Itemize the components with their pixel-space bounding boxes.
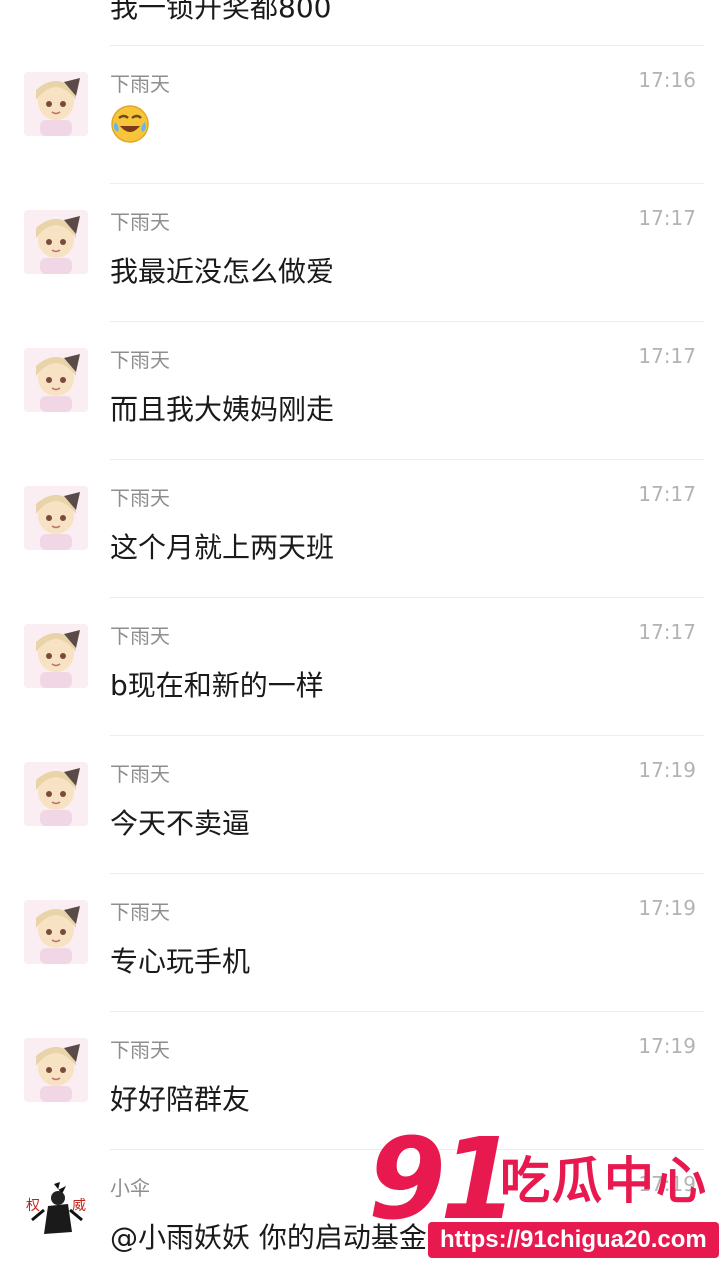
watermark-url: https://91chigua20.com: [428, 1222, 719, 1258]
sender-name: 下雨天: [110, 210, 170, 234]
chat-message[interactable]: 下雨天 17:17 b现在和新的一样: [0, 598, 720, 736]
ink-character-avatar[interactable]: 权 威: [24, 1176, 88, 1240]
sender-name: 下雨天: [110, 900, 170, 924]
message-time: 17:17: [638, 482, 696, 506]
message-time: 17:19: [638, 1034, 696, 1058]
message-time: 17:19: [638, 758, 696, 782]
sender-name: 小伞: [110, 1176, 150, 1200]
sender-name: 下雨天: [110, 348, 170, 372]
chat-message-partial[interactable]: 我一锁开奖都800: [0, 0, 720, 46]
message-text: 而且我大姨妈刚走: [110, 393, 335, 426]
message-time: 17:17: [638, 620, 696, 644]
chat-message[interactable]: 下雨天 17:19 今天不卖逼: [0, 736, 720, 874]
chat-message[interactable]: 下雨天 17:17 我最近没怎么做爱: [0, 184, 720, 322]
anime-girl-avatar[interactable]: [24, 210, 88, 274]
message-time: 17:17: [638, 206, 696, 230]
message-text: 这个月就上两天班: [110, 531, 335, 564]
anime-girl-avatar[interactable]: [24, 1038, 88, 1102]
message-time: 17:19: [638, 896, 696, 920]
sender-name: 下雨天: [110, 762, 170, 786]
chat-message[interactable]: 下雨天 17:17 而且我大姨妈刚走: [0, 322, 720, 460]
message-time: 17:16: [638, 68, 696, 92]
sender-name: 下雨天: [110, 486, 170, 510]
sender-name: 下雨天: [110, 624, 170, 648]
watermark-number: 91: [368, 1115, 518, 1245]
chat-message[interactable]: 下雨天 17:16: [0, 46, 720, 184]
sender-name: 下雨天: [110, 72, 170, 96]
message-text: b现在和新的一样: [110, 669, 324, 702]
svg-text:威: 威: [72, 1198, 86, 1214]
sender-name: 下雨天: [110, 1038, 170, 1062]
anime-girl-avatar[interactable]: [24, 348, 88, 412]
chat-message[interactable]: 下雨天 17:19 专心玩手机: [0, 874, 720, 1012]
chat-message[interactable]: 下雨天 17:17 这个月就上两天班: [0, 460, 720, 598]
watermark-title: 吃瓜中心: [500, 1152, 708, 1210]
watermark-logo: 91 吃瓜中心 https://91chigua20.com: [368, 1124, 720, 1280]
message-text: 今天不卖逼: [110, 807, 251, 840]
anime-girl-avatar[interactable]: [24, 486, 88, 550]
crying-laughing-emoji: [110, 104, 150, 144]
anime-girl-avatar[interactable]: [24, 624, 88, 688]
message-text: 专心玩手机: [110, 945, 251, 978]
message-time: 17:17: [638, 344, 696, 368]
message-text: 我最近没怎么做爱: [110, 255, 335, 288]
anime-girl-avatar[interactable]: [24, 900, 88, 964]
svg-text:权: 权: [26, 1198, 40, 1214]
anime-girl-avatar[interactable]: [24, 72, 88, 136]
message-text: 好好陪群友: [110, 1083, 251, 1116]
message-text: 我一锁开奖都800: [110, 0, 332, 24]
anime-girl-avatar[interactable]: [24, 762, 88, 826]
